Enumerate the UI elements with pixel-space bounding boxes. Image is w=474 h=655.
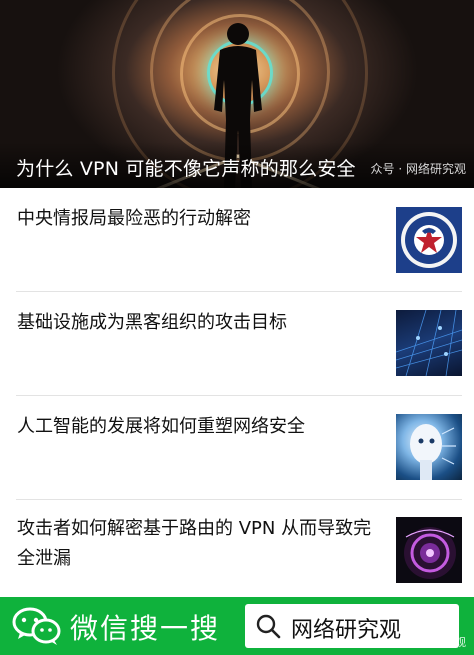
wechat-search-label: 微信搜一搜 [70,612,221,645]
article-item[interactable]: 中央情报局最险恶的行动解密 [0,188,474,291]
robot-face-icon [410,424,456,480]
article-title[interactable]: 人工智能的发展将如何重塑网络安全 [17,412,387,442]
hero-banner[interactable]: 为什么 VPN 可能不像它声称的那么安全 众号 · 网络研究观 [0,0,474,188]
cia-seal-icon [401,212,457,268]
article-item[interactable]: 攻击者如何解密基于路由的 VPN 从而导致完全泄漏 [0,500,474,597]
article-thumbnail[interactable] [396,414,462,480]
article-thumbnail[interactable] [396,517,462,583]
article-item[interactable]: 基础设施成为黑客组织的攻击目标 [0,292,474,395]
purple-lens-icon [404,527,456,579]
article-thumbnail[interactable] [396,310,462,376]
article-title[interactable]: 基础设施成为黑客组织的攻击目标 [17,308,387,338]
article-title[interactable]: 中央情报局最险恶的行动解密 [17,204,387,234]
wechat-logo-icon [12,607,61,645]
network-grid-icon [396,310,462,376]
article-item[interactable]: 人工智能的发展将如何重塑网络安全 [0,396,474,499]
hero-source: 众号 · 网络研究观 [370,162,466,176]
csdn-watermark: CSDN @网络研究观 [365,636,466,649]
article-title[interactable]: 攻击者如何解密基于路由的 VPN 从而导致完全泄漏 [17,514,387,574]
hero-title[interactable]: 为什么 VPN 可能不像它声称的那么安全 [16,154,356,181]
search-icon [256,614,281,639]
article-thumbnail[interactable] [396,207,462,273]
